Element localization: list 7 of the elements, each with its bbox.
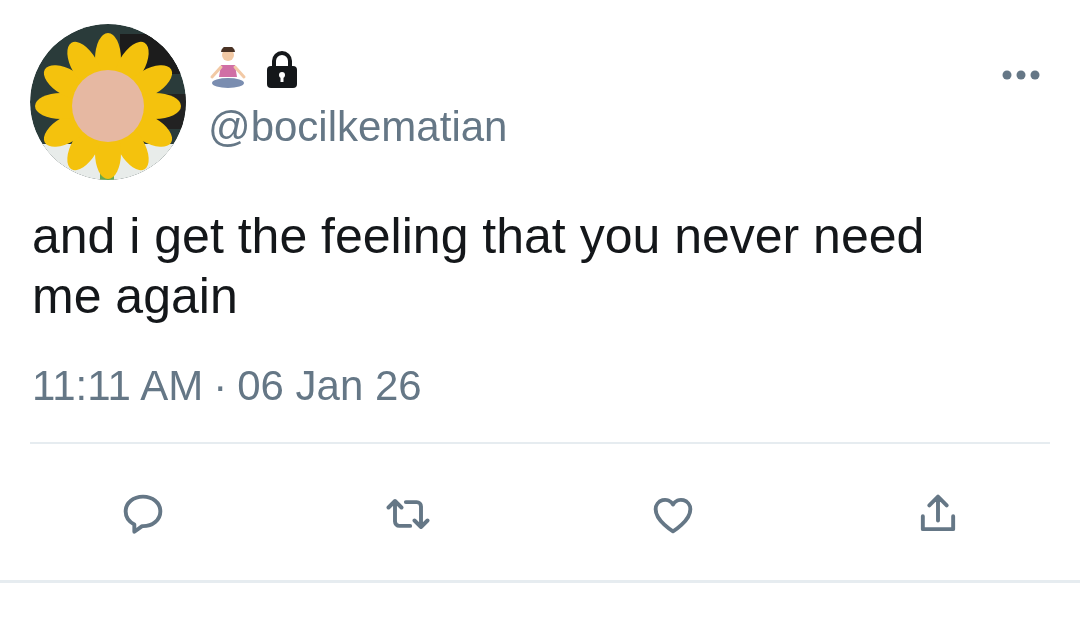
tweet-time: 11:11 AM — [32, 362, 204, 410]
more-icon[interactable] — [1002, 70, 1040, 80]
meditating-person-icon — [208, 47, 248, 91]
tweet-text: and i get the feeling that you never need me again — [31, 207, 926, 326]
user-handle: @bocilkematian — [208, 102, 509, 152]
separator-dot: · — [213, 362, 228, 410]
tweet-date: 06 Jan 26 — [237, 362, 422, 410]
